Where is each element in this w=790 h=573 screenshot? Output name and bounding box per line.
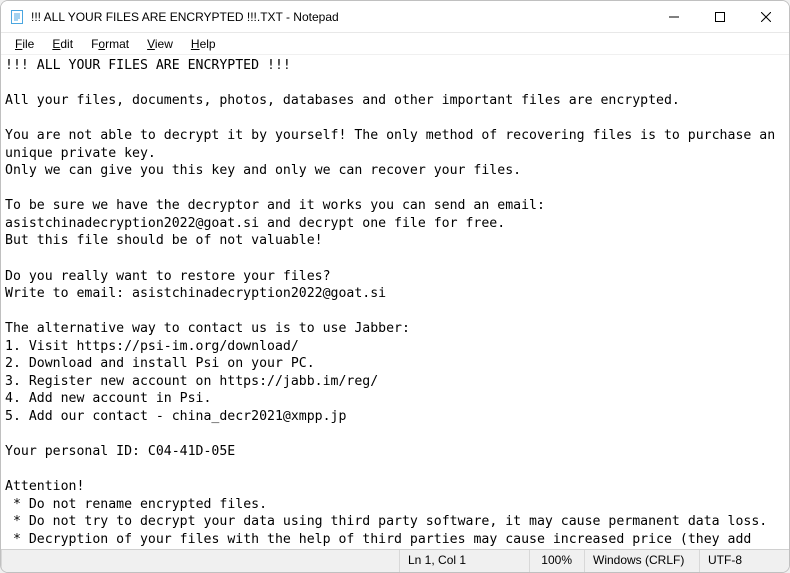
menu-edit[interactable]: Edit [44, 35, 81, 53]
titlebar: !!! ALL YOUR FILES ARE ENCRYPTED !!!.TXT… [1, 1, 789, 33]
minimize-button[interactable] [651, 1, 697, 32]
window-controls [651, 1, 789, 32]
close-button[interactable] [743, 1, 789, 32]
menu-help[interactable]: Help [183, 35, 224, 53]
menubar: File Edit Format View Help [1, 33, 789, 55]
status-spacer [1, 550, 399, 572]
maximize-button[interactable] [697, 1, 743, 32]
status-encoding: UTF-8 [699, 550, 789, 572]
notepad-icon [9, 9, 25, 25]
status-zoom: 100% [529, 550, 584, 572]
notepad-window: !!! ALL YOUR FILES ARE ENCRYPTED !!!.TXT… [0, 0, 790, 573]
status-cursor-position: Ln 1, Col 1 [399, 550, 529, 572]
menu-file[interactable]: File [7, 35, 42, 53]
window-title: !!! ALL YOUR FILES ARE ENCRYPTED !!!.TXT… [31, 10, 651, 24]
text-editor-area[interactable]: !!! ALL YOUR FILES ARE ENCRYPTED !!! All… [1, 55, 789, 549]
statusbar: Ln 1, Col 1 100% Windows (CRLF) UTF-8 [1, 549, 789, 572]
menu-view[interactable]: View [139, 35, 181, 53]
menu-format[interactable]: Format [83, 35, 137, 53]
status-line-ending: Windows (CRLF) [584, 550, 699, 572]
